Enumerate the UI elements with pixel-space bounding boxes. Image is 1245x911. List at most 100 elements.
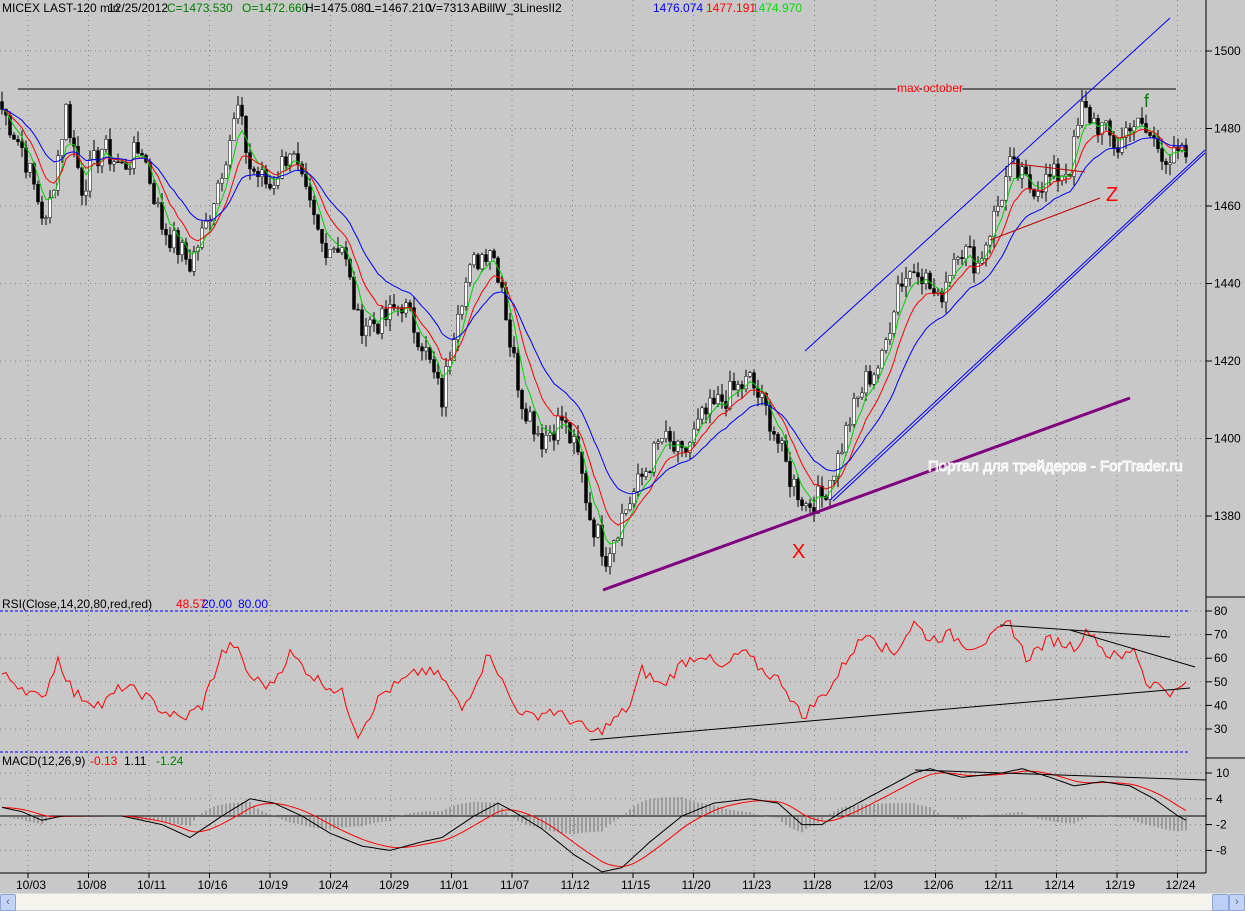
candle-body xyxy=(464,282,468,307)
candle-body xyxy=(408,302,412,308)
x-tick-label: 12/06 xyxy=(924,878,954,892)
candle-body xyxy=(1020,166,1024,179)
x-tick-label: 11/07 xyxy=(500,878,529,892)
candle-body xyxy=(204,220,208,229)
candle-body xyxy=(168,234,172,249)
candle-body xyxy=(604,556,608,567)
candle-body xyxy=(48,197,52,218)
candle-body xyxy=(36,183,40,203)
candle-body xyxy=(360,309,364,336)
candle-body xyxy=(544,434,548,450)
candle-body xyxy=(380,308,384,334)
candle-body xyxy=(12,134,16,140)
candle-body xyxy=(1088,107,1092,124)
candle-body xyxy=(128,168,132,170)
candle-body xyxy=(664,431,668,439)
scrollbar-thumb[interactable] xyxy=(1212,894,1229,911)
candle-body xyxy=(164,229,168,236)
price-tick-label: 1440 xyxy=(1214,277,1241,291)
candle-body xyxy=(1172,146,1176,164)
chevron-right-icon: › xyxy=(1235,896,1239,908)
candle-body xyxy=(516,352,520,391)
candle-body xyxy=(656,441,660,444)
candle-body xyxy=(640,473,644,477)
candle-body xyxy=(704,407,708,415)
candle-body xyxy=(792,478,796,487)
candle-body xyxy=(548,432,552,436)
candle-body xyxy=(940,291,944,303)
x-tick-label: 10/19 xyxy=(258,878,288,892)
candle-body xyxy=(1000,200,1004,207)
candle-body xyxy=(1160,148,1164,162)
scroll-left-button[interactable]: ‹ xyxy=(0,894,16,911)
date-label: 12/25/2012 xyxy=(108,1,169,15)
candle-body xyxy=(608,553,612,567)
candle-body xyxy=(508,319,512,348)
candle-body xyxy=(716,394,720,405)
candle-body xyxy=(996,205,1000,212)
chevron-left-icon: ‹ xyxy=(6,896,10,908)
candle-body xyxy=(1016,158,1020,179)
scroll-right-button[interactable]: › xyxy=(1229,894,1245,911)
candle-body xyxy=(1080,101,1084,126)
candle-body xyxy=(132,142,136,169)
candle-body xyxy=(512,346,516,354)
candle-body xyxy=(84,190,88,196)
macd-resistance-line xyxy=(914,769,1207,781)
candle-body xyxy=(88,158,92,192)
price-tick-label: 1480 xyxy=(1214,122,1241,136)
x-tick-label: 11/01 xyxy=(440,878,469,892)
candle-body xyxy=(336,248,340,253)
candle-body xyxy=(872,374,876,385)
candle-body xyxy=(752,372,756,389)
x-tick-label: 12/14 xyxy=(1045,878,1075,892)
candle-body xyxy=(192,251,196,272)
candle-body xyxy=(884,339,888,351)
rsi-support-line xyxy=(589,687,1191,741)
wave-f-label: f xyxy=(1144,91,1150,111)
candle-body xyxy=(708,397,712,415)
macd-hist-value: -1.24 xyxy=(156,754,184,768)
candle-body xyxy=(1112,134,1116,148)
candle-body xyxy=(152,183,156,205)
watermark: Портал для трейдеров - ForTrader.ru xyxy=(928,458,1183,475)
x-tick-label: 11/12 xyxy=(561,878,590,892)
candle-body xyxy=(816,485,820,514)
candle-body xyxy=(0,101,4,110)
candle-body xyxy=(796,478,800,501)
horizontal-scrollbar[interactable]: ‹ › xyxy=(0,893,1245,911)
candle-body xyxy=(956,257,960,260)
x-tick-label: 10/24 xyxy=(319,878,349,892)
max-october-label: max october xyxy=(897,81,963,95)
x-tick-label: 12/24 xyxy=(1166,878,1196,892)
candle-body xyxy=(256,170,260,177)
candle-body xyxy=(568,422,572,444)
candle-body xyxy=(588,502,592,521)
candle-body xyxy=(900,283,904,287)
indicator-blue-value: 1476.074 xyxy=(653,1,704,15)
candle-body xyxy=(1028,174,1032,190)
wave-z-label: Z xyxy=(1106,184,1118,206)
rsi-tick-label: 70 xyxy=(1214,628,1228,642)
support-trendline xyxy=(602,396,1131,592)
candle-body xyxy=(660,438,664,443)
high-value: H=1475.080 xyxy=(305,1,371,15)
rsi-tick-label: 80 xyxy=(1214,604,1228,618)
macd-tick-label: -2 xyxy=(1216,818,1227,832)
candle-body xyxy=(532,411,536,435)
rsi-high-level: 80.00 xyxy=(238,597,269,611)
candle-body xyxy=(624,509,628,514)
candle-body xyxy=(636,473,640,492)
candle-body xyxy=(244,115,248,153)
candle-body xyxy=(908,271,912,279)
candle-body xyxy=(272,185,276,189)
macd-value: -0.13 xyxy=(90,754,118,768)
candle-body xyxy=(432,359,436,373)
candle-body xyxy=(740,384,744,390)
x-tick-label: 10/03 xyxy=(16,878,46,892)
candle-body xyxy=(1024,166,1028,175)
x-tick-label: 11/23 xyxy=(742,878,771,892)
price-tick-label: 1420 xyxy=(1214,354,1241,368)
candle-body xyxy=(292,153,296,155)
candle-body xyxy=(240,104,244,117)
